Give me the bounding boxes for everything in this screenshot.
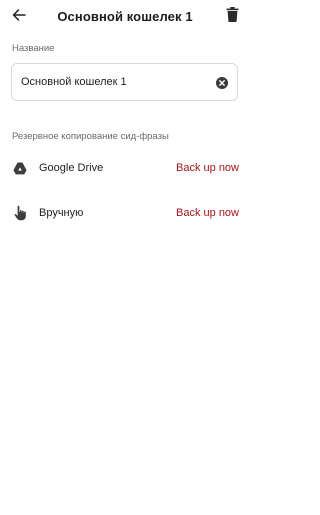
clear-circle-icon	[216, 76, 228, 93]
clear-input-button[interactable]	[216, 76, 228, 89]
backup-row-google-drive[interactable]: Google Drive Back up now	[0, 151, 250, 185]
google-drive-icon	[12, 160, 28, 176]
backup-option-label: Вручную	[39, 207, 84, 219]
wallet-name-field	[11, 63, 238, 101]
hand-pointer-icon	[12, 205, 28, 221]
delete-wallet-button[interactable]	[223, 7, 241, 27]
backup-section-label: Резервное копирование сид-фразы	[12, 131, 169, 142]
app-header: Основной кошелек 1	[0, 0, 250, 36]
backup-row-manual[interactable]: Вручную Back up now	[0, 196, 250, 230]
backup-option-label: Google Drive	[39, 162, 104, 174]
page-title: Основной кошелек 1	[57, 9, 193, 24]
name-field-label: Название	[12, 43, 55, 54]
wallet-name-input[interactable]	[21, 64, 211, 100]
back-up-now-link[interactable]: Back up now	[176, 206, 239, 220]
trash-icon	[226, 7, 239, 27]
back-up-now-link[interactable]: Back up now	[176, 161, 239, 175]
wallet-settings-screen: Основной кошелек 1 Название Резервное ко	[0, 0, 250, 515]
